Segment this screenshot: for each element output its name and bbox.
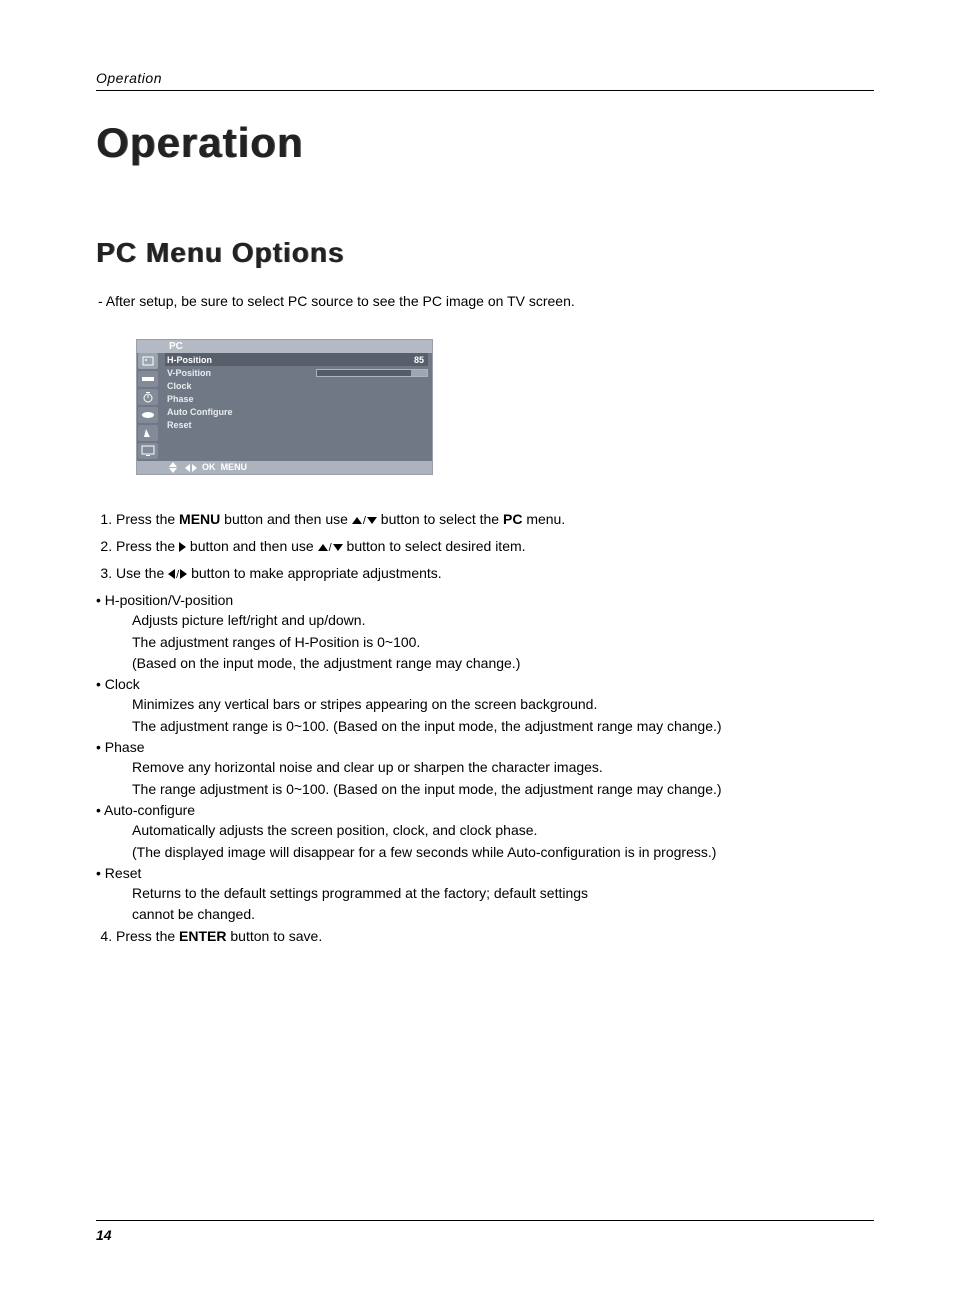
bullet-clock-body: Minimizes any vertical bars or stripes a…: [96, 694, 874, 736]
running-head: Operation: [96, 70, 874, 91]
up-arrow-icon: [352, 517, 362, 524]
left-icon: [185, 464, 190, 472]
bullet-auto-configure: • Auto-configure: [96, 800, 874, 820]
osd-row-label: H-Position: [165, 355, 287, 365]
osd-footer: OK MENU: [137, 461, 432, 474]
osd-footer-menu: MENU: [221, 462, 248, 472]
osd-title: PC: [137, 340, 432, 353]
osd-row-value: 85: [398, 355, 428, 365]
osd-icon-picture: [138, 353, 158, 369]
osd-sidebar-icons: [137, 353, 159, 461]
osd-icon-sound: [138, 371, 158, 387]
osd-icon-screen: [138, 425, 158, 441]
bullet-reset-body: Returns to the default settings programm…: [96, 883, 874, 925]
osd-row-auto-configure: Auto Configure: [165, 405, 428, 418]
step-2: Press the button and then use / button t…: [116, 536, 874, 557]
osd-row-label: Auto Configure: [165, 407, 287, 417]
osd-body: H-Position 85 V-Position Clock Phase Aut…: [137, 353, 432, 461]
osd-slider: [316, 369, 428, 377]
page-number: 14: [96, 1227, 112, 1243]
bullet-reset: • Reset: [96, 863, 874, 883]
osd-footer-ok: OK: [202, 462, 216, 472]
page-footer: 14: [96, 1220, 874, 1243]
osd-row-label: Clock: [165, 381, 287, 391]
step-1: Press the MENU button and then use / but…: [116, 509, 874, 530]
bullet-phase-body: Remove any horizontal noise and clear up…: [96, 757, 874, 799]
osd-icon-special: [138, 407, 158, 423]
osd-menu-illustration: PC: [136, 339, 433, 475]
up-arrow-icon: [318, 544, 328, 551]
right-arrow-icon: [179, 542, 186, 552]
step-4: Press the ENTER button to save.: [116, 926, 874, 946]
osd-row-label: V-Position: [165, 368, 287, 378]
right-icon: [192, 464, 197, 472]
bullet-h-position: • H-position/V-position: [96, 590, 874, 610]
down-arrow-icon: [333, 544, 343, 551]
step-3: Use the / button to make appropriate adj…: [116, 563, 874, 584]
osd-row-h-position: H-Position 85: [165, 353, 428, 366]
section-title: PC Menu Options: [96, 237, 874, 269]
intro-text: - After setup, be sure to select PC sour…: [98, 293, 874, 309]
instructions: Press the MENU button and then use / but…: [96, 509, 874, 946]
chapter-title: Operation: [96, 119, 874, 167]
bullet-h-position-body: Adjusts picture left/right and up/down. …: [96, 610, 874, 673]
osd-row-label: Phase: [165, 394, 287, 404]
osd-row-phase: Phase: [165, 392, 428, 405]
up-icon: [169, 462, 177, 467]
bullet-auto-configure-body: Automatically adjusts the screen positio…: [96, 820, 874, 862]
osd-row-clock: Clock: [165, 379, 428, 392]
manual-page: Operation Operation PC Menu Options - Af…: [0, 0, 954, 1303]
osd-row-v-position: V-Position: [165, 366, 428, 379]
down-arrow-icon: [367, 517, 377, 524]
osd-row-label: Reset: [165, 420, 287, 430]
osd-icon-pc: [138, 443, 158, 459]
down-icon: [169, 468, 177, 473]
osd-rows: H-Position 85 V-Position Clock Phase Aut…: [159, 353, 432, 461]
bullet-clock: • Clock: [96, 674, 874, 694]
bullet-phase: • Phase: [96, 737, 874, 757]
osd-row-reset: Reset: [165, 418, 428, 431]
osd-icon-timer: [138, 389, 158, 405]
